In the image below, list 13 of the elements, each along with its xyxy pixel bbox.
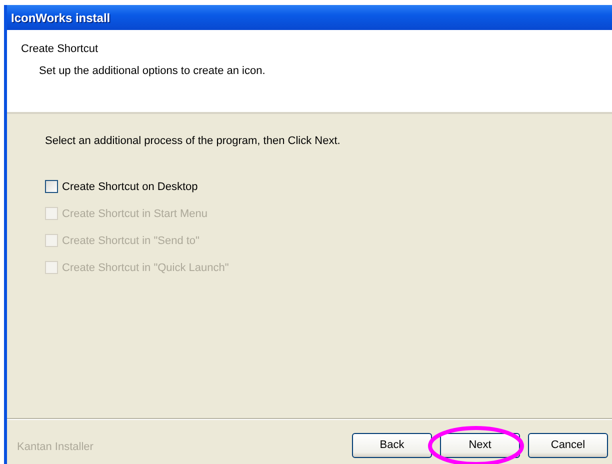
- page-title: Create Shortcut: [21, 43, 100, 55]
- window-title: IconWorks install: [11, 10, 110, 24]
- dialog-button[interactable]: Cancel: [528, 432, 608, 458]
- dialog-button[interactable]: Back: [352, 432, 432, 458]
- dialog-button[interactable]: Next: [440, 432, 520, 458]
- checkbox[interactable]: [45, 180, 58, 193]
- option-label: Create Shortcut in "Send to": [62, 234, 200, 246]
- option-label: Create Shortcut in "Quick Launch": [62, 262, 229, 274]
- option-label: Create Shortcut on Desktop: [62, 180, 198, 192]
- installer-brand: Kantan Installer: [17, 441, 94, 453]
- option-label: Create Shortcut in Start Menu: [62, 208, 208, 220]
- page-subtitle: Set up the additional options to create an icon.: [38, 65, 266, 77]
- instruction-text: Select an additional process of the program, then Click Next.: [45, 135, 342, 147]
